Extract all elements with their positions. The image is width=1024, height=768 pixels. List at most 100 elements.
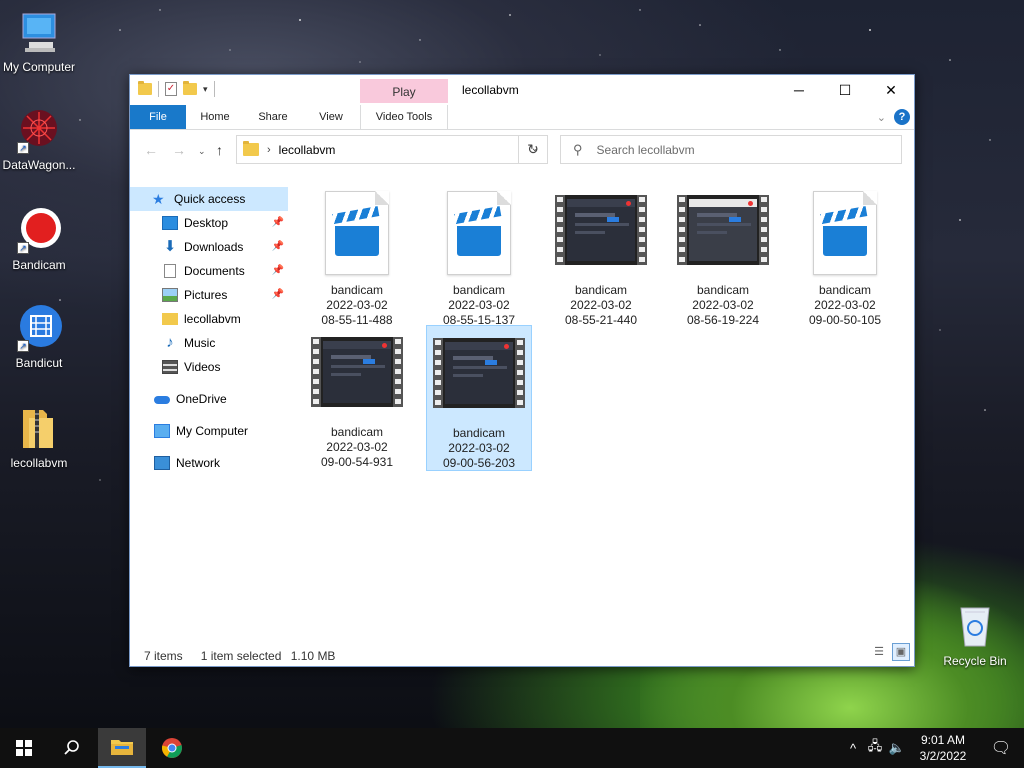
pictures-icon xyxy=(162,288,178,302)
video-file-icon xyxy=(797,191,893,279)
address-bar[interactable]: › lecollabvm ⌄ xyxy=(236,135,548,164)
file-item[interactable]: bandicam 2022-03-02 09-00-54-931 xyxy=(304,325,410,471)
selection-count: 1 item selected xyxy=(200,649,282,663)
file-name: bandicam xyxy=(330,425,384,439)
file-item[interactable]: bandicam 2022-03-02 08-56-19-224 xyxy=(670,183,776,329)
pin-icon[interactable]: 📌 xyxy=(272,241,284,252)
close-button[interactable]: ✕ xyxy=(868,75,914,105)
star-icon: ★ xyxy=(152,191,165,207)
expand-ribbon-icon[interactable]: ⌄ xyxy=(877,111,886,124)
help-icon[interactable]: ? xyxy=(894,109,910,125)
desktop-icon-bandicut[interactable]: ↗ Bandicut xyxy=(0,304,78,370)
search-input[interactable]: ⚲ Search lecollabvm xyxy=(560,135,902,164)
tab-video-tools[interactable]: Video Tools xyxy=(360,105,448,129)
video-thumbnail xyxy=(309,333,405,421)
taskbar-chrome[interactable] xyxy=(148,728,196,768)
chevron-up-icon[interactable]: ^ xyxy=(842,741,864,756)
desktop-icon-lecollabvm[interactable]: lecollabvm xyxy=(0,404,78,470)
clock[interactable]: 9:01 AM 3/2/2022 xyxy=(908,732,978,764)
maximize-button[interactable]: ☐ xyxy=(822,75,868,105)
search-button[interactable] xyxy=(48,728,96,768)
minimize-button[interactable]: ─ xyxy=(776,75,822,105)
desktop-icon-bandicam[interactable]: ↗ Bandicam xyxy=(0,206,78,272)
taskbar: ^ 🖧 🔈 9:01 AM 3/2/2022 🗨 xyxy=(0,728,1024,768)
video-file-icon xyxy=(309,191,405,279)
volume-icon[interactable]: 🔈 xyxy=(886,740,908,756)
pin-icon[interactable]: 📌 xyxy=(272,265,284,276)
file-item[interactable]: bandicam 2022-03-02 08-55-15-137 xyxy=(426,183,532,329)
nav-pictures[interactable]: Pictures 📌 xyxy=(130,283,288,307)
start-button[interactable] xyxy=(0,728,48,768)
explorer-window: ✓ ▾ Play lecollabvm ─ ☐ ✕ File Home Shar… xyxy=(129,74,915,667)
video-file-icon xyxy=(431,191,527,279)
search-icon: ⚲ xyxy=(573,141,583,157)
nav-desktop[interactable]: Desktop 📌 xyxy=(130,211,288,235)
up-arrow-icon[interactable]: ↑ xyxy=(216,142,223,158)
nav-my-computer[interactable]: My Computer xyxy=(130,419,288,443)
datawagon-icon: ↗ xyxy=(15,106,63,154)
back-arrow-icon[interactable]: ← xyxy=(144,142,158,158)
tab-file[interactable]: File xyxy=(130,105,186,129)
new-folder-icon[interactable] xyxy=(183,81,197,95)
window-title: lecollabvm xyxy=(462,83,519,97)
recent-locations-icon[interactable]: ⌄ xyxy=(198,146,206,157)
music-icon: ♪ xyxy=(166,334,174,351)
desktop-icon-my-computer[interactable]: My Computer xyxy=(0,8,78,74)
file-item-selected[interactable]: bandicam 2022-03-02 09-00-56-203 xyxy=(426,325,532,471)
folder-icon xyxy=(162,313,178,325)
nav-lecollabvm[interactable]: lecollabvm xyxy=(130,307,288,331)
folder-icon xyxy=(243,141,259,156)
file-name: bandicam xyxy=(574,283,628,297)
file-item[interactable]: bandicam 2022-03-02 08-55-11-488 xyxy=(304,183,410,329)
large-icons-view-icon[interactable]: ▣ xyxy=(892,643,910,661)
nav-quick-access[interactable]: ★ Quick access xyxy=(130,187,288,211)
nav-label: Desktop xyxy=(184,216,229,230)
tab-share[interactable]: Share xyxy=(248,105,298,129)
nav-downloads[interactable]: ⬇ Downloads 📌 xyxy=(130,235,288,259)
file-date: 2022-03-02 xyxy=(326,298,388,312)
nav-music[interactable]: ♪ Music xyxy=(130,331,288,355)
file-list: bandicam 2022-03-02 08-55-11-488 bandica… xyxy=(296,175,906,635)
nav-videos[interactable]: Videos xyxy=(130,355,288,379)
network-icon[interactable]: 🖧 xyxy=(864,737,886,759)
clock-date: 3/2/2022 xyxy=(919,749,967,763)
tab-view[interactable]: View xyxy=(306,105,356,129)
desktop-icon-label: My Computer xyxy=(2,60,76,74)
nav-network[interactable]: Network xyxy=(130,451,288,475)
desktop-icon xyxy=(162,216,178,230)
nav-onedrive[interactable]: OneDrive xyxy=(130,387,288,411)
file-time: 09-00-56-203 xyxy=(442,456,516,470)
properties-icon[interactable]: ✓ xyxy=(165,82,177,96)
file-time: 08-55-21-440 xyxy=(564,313,638,327)
file-item[interactable]: bandicam 2022-03-02 09-00-50-105 xyxy=(792,183,898,329)
title-bar: ✓ ▾ Play lecollabvm ─ ☐ ✕ xyxy=(130,75,914,105)
pin-icon[interactable]: 📌 xyxy=(272,289,284,300)
pin-icon[interactable]: 📌 xyxy=(272,217,284,228)
desktop-icon-recycle-bin[interactable]: Recycle Bin xyxy=(936,602,1014,668)
folder-icon xyxy=(138,81,152,95)
file-name: bandicam xyxy=(696,283,750,297)
nav-label: Pictures xyxy=(184,288,228,302)
downloads-icon: ⬇ xyxy=(163,238,177,255)
breadcrumb-chevron-icon[interactable]: › xyxy=(267,144,271,156)
nav-label: OneDrive xyxy=(176,392,227,406)
details-view-icon[interactable]: ☰ xyxy=(870,643,888,661)
taskbar-file-explorer[interactable] xyxy=(98,728,146,768)
breadcrumb-folder[interactable]: lecollabvm xyxy=(279,143,336,157)
tab-home[interactable]: Home xyxy=(190,105,240,129)
desktop-icon-datawagon[interactable]: ↗ DataWagon... xyxy=(0,106,78,172)
recycle-bin-icon xyxy=(951,602,999,650)
desktop-icon-label: Bandicut xyxy=(15,356,63,370)
system-tray: ^ 🖧 🔈 9:01 AM 3/2/2022 🗨 xyxy=(842,728,1024,768)
shortcut-arrow-icon: ↗ xyxy=(17,142,29,154)
nav-documents[interactable]: Documents 📌 xyxy=(130,259,288,283)
customize-toolbar-icon[interactable]: ▾ xyxy=(203,84,208,95)
ribbon-tabs: File Home Share View Video Tools ⌄ ? xyxy=(130,105,914,130)
file-item[interactable]: bandicam 2022-03-02 08-55-21-440 xyxy=(548,183,654,329)
forward-arrow-icon[interactable]: → xyxy=(172,142,186,158)
nav-label: Network xyxy=(176,456,221,470)
notifications-icon[interactable]: 🗨 xyxy=(978,738,1024,758)
onedrive-icon xyxy=(154,396,170,404)
refresh-button[interactable]: ↻ xyxy=(518,135,548,164)
quick-access-toolbar: ✓ ▾ xyxy=(138,81,215,97)
